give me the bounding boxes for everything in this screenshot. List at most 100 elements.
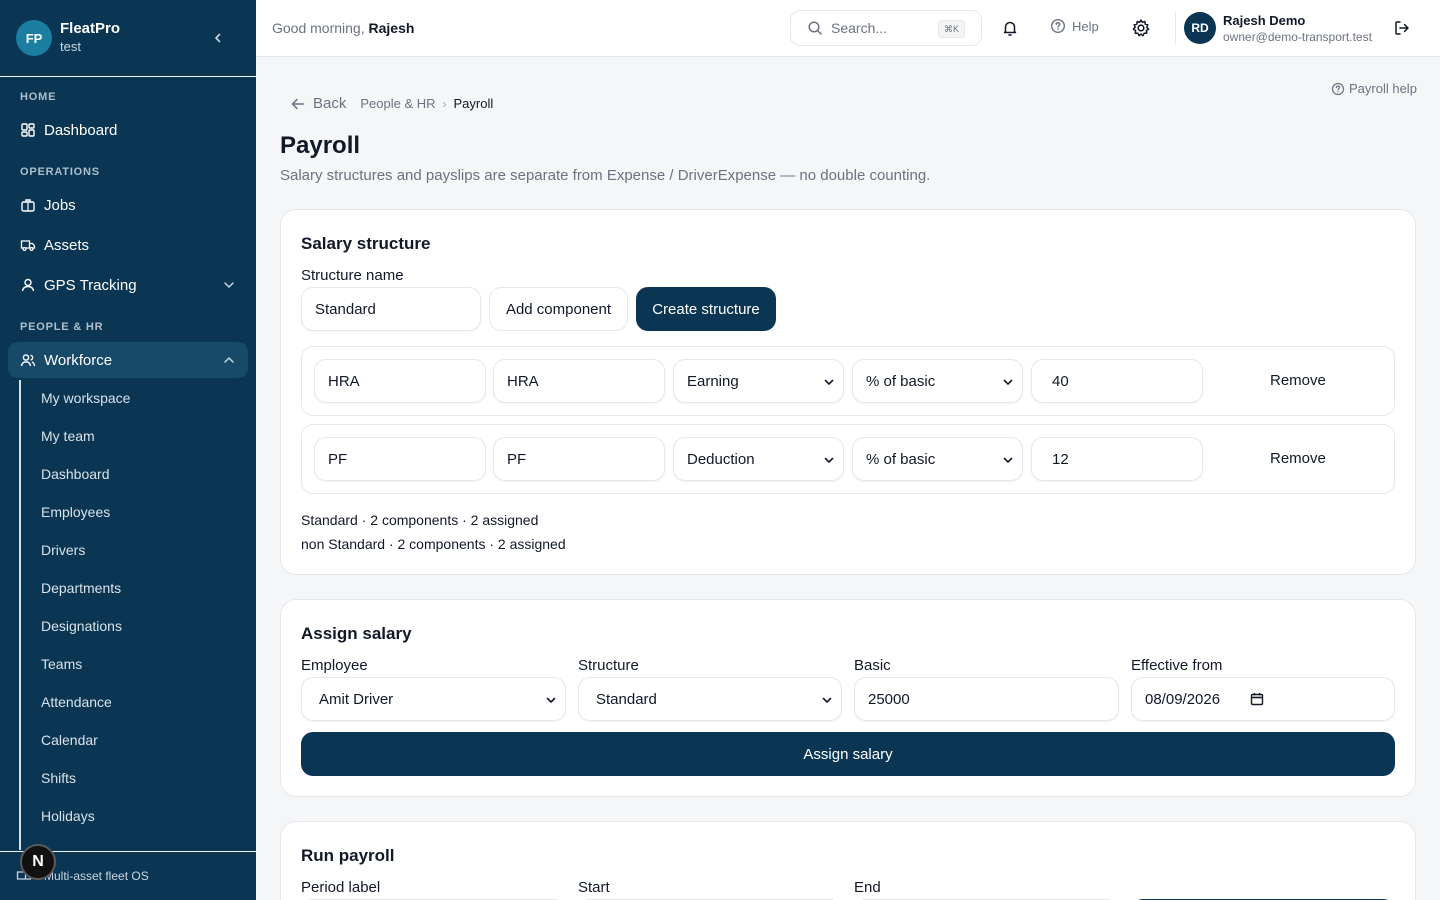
sidebar-item-workforce[interactable]: Workforce	[8, 342, 248, 378]
employee-select[interactable]: Amit Driver	[301, 677, 566, 721]
component-type-select[interactable]: Deduction	[673, 437, 844, 481]
avatar[interactable]: RD	[1184, 12, 1216, 44]
chevron-right-icon: ›	[442, 96, 447, 111]
subnav-item-dashboard[interactable]: Dashboard	[41, 466, 110, 482]
subnav-item-teams[interactable]: Teams	[41, 656, 82, 672]
component-type-select[interactable]: Earning	[673, 359, 844, 403]
structure-label: Structure	[578, 657, 639, 674]
basic-input[interactable]: 25000	[854, 677, 1119, 721]
component-value-input[interactable]: 12	[1031, 437, 1203, 481]
start-label: Start	[578, 879, 610, 896]
search-input[interactable]: Search... ⌘K	[790, 10, 982, 46]
user-pin-icon	[20, 277, 36, 293]
help-label: Help	[1072, 18, 1099, 34]
salary-structure-card: Salary structure Structure name Standard…	[280, 209, 1416, 575]
breadcrumb-current: Payroll	[453, 96, 494, 111]
sidebar-item-label: Jobs	[44, 196, 76, 214]
top-bar: Good morning, Rajesh Search... ⌘K Help R…	[256, 0, 1440, 57]
structure-name-label: Structure name	[301, 267, 404, 284]
component-calc-select[interactable]: % of basic	[852, 437, 1023, 481]
chevron-down-icon	[224, 282, 234, 289]
remove-component-button[interactable]: Remove	[1270, 372, 1326, 389]
sidebar-item-label: Workforce	[44, 351, 113, 369]
section-label-operations: OPERATIONS	[20, 166, 100, 178]
search-placeholder: Search...	[831, 20, 888, 36]
subnav-item-designations[interactable]: Designations	[41, 618, 122, 634]
subnav-item-drivers[interactable]: Drivers	[41, 542, 85, 558]
collapse-sidebar-button[interactable]	[208, 27, 228, 49]
structure-summary: non Standard · 2 components · 2 assigned	[301, 536, 566, 552]
component-type-value: Earning	[687, 372, 739, 390]
basic-label: Basic	[854, 657, 891, 674]
brand-logo: FP	[16, 20, 52, 56]
create-structure-button[interactable]: Create structure	[636, 287, 776, 331]
logout-button[interactable]	[1392, 18, 1412, 38]
component-row: HRA HRA Earning % of basic 40 Remove	[301, 346, 1395, 416]
card-title: Run payroll	[301, 846, 395, 865]
component-name-input[interactable]: PF	[493, 437, 665, 481]
chevron-down-icon	[821, 694, 833, 706]
component-calc-value: % of basic	[866, 450, 936, 468]
structure-select[interactable]: Standard	[578, 677, 842, 721]
chevron-down-icon	[823, 376, 835, 388]
gear-icon	[1132, 19, 1150, 37]
dev-tools-badge[interactable]: N	[20, 844, 56, 880]
chevron-down-icon	[545, 694, 557, 706]
end-label: End	[854, 879, 881, 896]
component-code-input[interactable]: HRA	[314, 359, 486, 403]
subnav-guide-line	[19, 380, 21, 850]
page-subtitle: Salary structures and payslips are separ…	[280, 167, 931, 184]
card-title: Assign salary	[301, 624, 412, 643]
briefcase-icon	[20, 197, 36, 213]
structure-summary: Standard · 2 components · 2 assigned	[301, 512, 539, 528]
subnav-item-my-team[interactable]: My team	[41, 428, 95, 444]
employee-value: Amit Driver	[319, 690, 394, 708]
notifications-button[interactable]	[1000, 18, 1020, 38]
subnav-item-my-workspace[interactable]: My workspace	[41, 390, 130, 406]
component-calc-select[interactable]: % of basic	[852, 359, 1023, 403]
greeting-prefix: Good morning,	[272, 20, 365, 36]
payroll-help-label: Payroll help	[1349, 81, 1417, 96]
subnav-item-shifts[interactable]: Shifts	[41, 770, 76, 786]
effective-from-input[interactable]: 08/09/2026	[1131, 677, 1395, 721]
back-button[interactable]: Back	[291, 95, 346, 112]
subnav-item-calendar[interactable]: Calendar	[41, 732, 98, 748]
user-email: owner@demo-transport.test	[1223, 30, 1372, 44]
run-payroll-card: Run payroll Period label Start End	[280, 821, 1416, 900]
greeting: Good morning, Rajesh	[272, 20, 414, 36]
calendar-icon[interactable]	[1250, 692, 1264, 706]
chevron-down-icon	[1002, 454, 1014, 466]
sidebar-item-gps-tracking[interactable]: GPS Tracking	[8, 267, 248, 303]
subnav-item-holidays[interactable]: Holidays	[41, 808, 95, 824]
subnav-item-employees[interactable]: Employees	[41, 504, 110, 520]
effective-from-value: 08/09/2026	[1145, 690, 1221, 708]
chevron-down-icon	[1002, 376, 1014, 388]
structure-name-input[interactable]: Standard	[301, 287, 481, 331]
sidebar-item-jobs[interactable]: Jobs	[8, 187, 248, 223]
add-component-button[interactable]: Add component	[489, 287, 628, 331]
component-value-input[interactable]: 40	[1031, 359, 1203, 403]
settings-button[interactable]	[1131, 18, 1151, 38]
card-title: Salary structure	[301, 234, 431, 253]
breadcrumb-parent[interactable]: People & HR	[360, 96, 435, 111]
employee-label: Employee	[301, 657, 368, 674]
component-code-input[interactable]: PF	[314, 437, 486, 481]
sidebar-item-assets[interactable]: Assets	[8, 227, 248, 263]
dashboard-icon	[20, 122, 36, 138]
assign-salary-button[interactable]: Assign salary	[301, 732, 1395, 776]
chevron-up-icon	[224, 356, 234, 363]
help-button[interactable]: Help	[1050, 18, 1099, 34]
remove-component-button[interactable]: Remove	[1270, 450, 1326, 467]
arrow-left-icon	[291, 97, 305, 111]
payroll-help-link[interactable]: Payroll help	[1331, 81, 1417, 96]
help-circle-icon	[1050, 18, 1066, 34]
sidebar-item-label: GPS Tracking	[44, 276, 137, 294]
subnav-item-attendance[interactable]: Attendance	[41, 694, 112, 710]
help-circle-icon	[1331, 82, 1345, 96]
chevron-down-icon	[823, 454, 835, 466]
subnav-item-departments[interactable]: Departments	[41, 580, 121, 596]
section-label-people: PEOPLE & HR	[20, 321, 104, 333]
component-calc-value: % of basic	[866, 372, 936, 390]
sidebar-item-dashboard[interactable]: Dashboard	[8, 112, 248, 148]
component-name-input[interactable]: HRA	[493, 359, 665, 403]
